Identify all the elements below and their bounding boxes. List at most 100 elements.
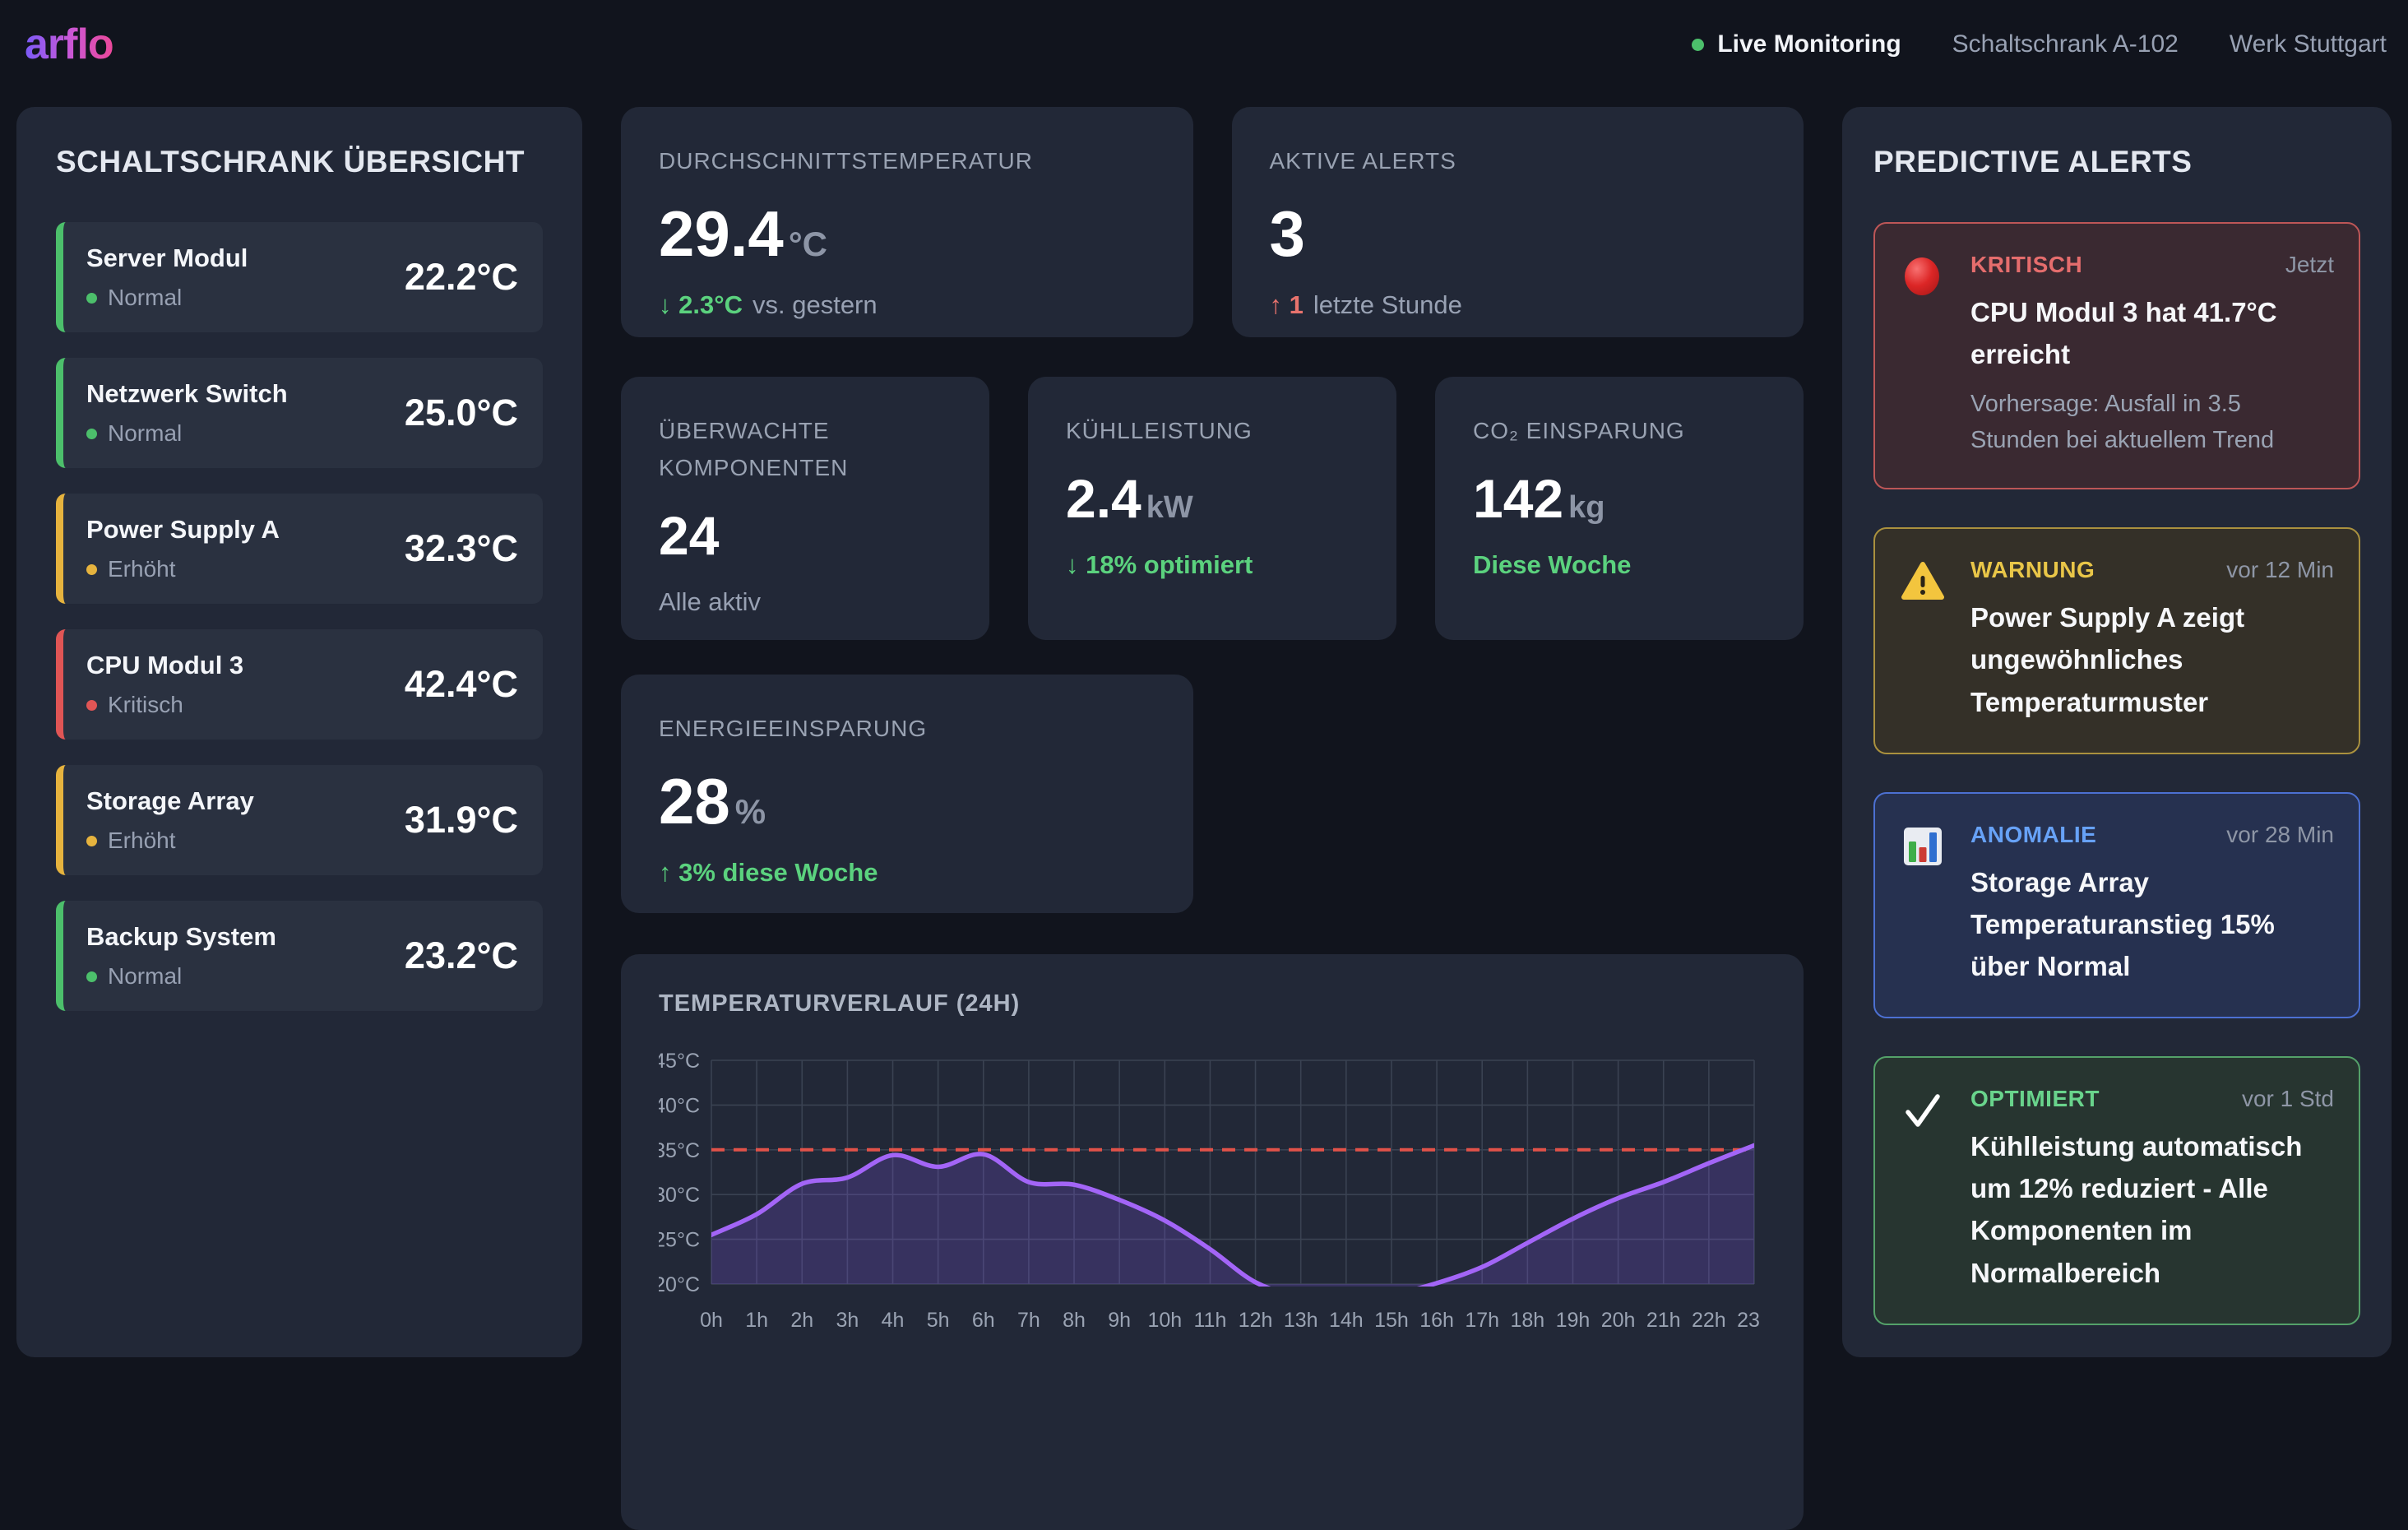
svg-text:0h: 0h	[700, 1309, 723, 1332]
header-nav: Live Monitoring Schaltschrank A-102 Werk…	[1692, 30, 2387, 58]
alert-card-warning[interactable]: WARNUNG vor 12 Min Power Supply A zeigt u…	[1873, 527, 2360, 753]
svg-text:11h: 11h	[1194, 1309, 1227, 1332]
alert-card-critical[interactable]: KRITISCH Jetzt CPU Modul 3 hat 41.7°C err…	[1873, 222, 2360, 489]
stat-value: 142	[1473, 471, 1563, 526]
svg-text:7h: 7h	[1017, 1309, 1040, 1332]
svg-text:30°C: 30°C	[659, 1184, 700, 1207]
alert-message: Kühlleistung automatisch um 12% reduzier…	[1970, 1125, 2334, 1294]
component-temp: 22.2°C	[405, 256, 518, 299]
alert-message: CPU Modul 3 hat 41.7°C erreicht	[1970, 291, 2334, 375]
svg-text:5h: 5h	[927, 1309, 950, 1332]
alert-message: Storage Array Temperaturanstieg 15% über…	[1970, 861, 2334, 987]
svg-text:9h: 9h	[1108, 1309, 1131, 1332]
alert-card-anomaly[interactable]: ANOMALIEvor 28 Min Storage Array Tempera…	[1873, 792, 2360, 1018]
status-dot-icon	[86, 700, 97, 711]
svg-text:13h: 13h	[1284, 1309, 1318, 1332]
component-item[interactable]: CPU Modul 3 Kritisch 42.4°C	[56, 629, 543, 740]
alert-label: OPTIMIERT	[1970, 1086, 2100, 1112]
temperature-chart-card: TEMPERATURVERLAUF (24H) 20°C 25°C 30°C 35°C…	[621, 954, 1804, 1530]
svg-text:1h: 1h	[745, 1309, 768, 1332]
component-name: Netzwerk Switch	[86, 379, 288, 409]
warning-triangle-icon	[1901, 557, 1946, 722]
svg-text:20h: 20h	[1601, 1309, 1636, 1332]
svg-text:18h: 18h	[1510, 1309, 1544, 1332]
stat-delta: ↑ 3% diese Woche	[659, 858, 878, 887]
svg-text:40°C: 40°C	[659, 1094, 700, 1117]
alert-label: KRITISCH	[1970, 252, 2082, 278]
component-item[interactable]: Server Modul Normal 22.2°C	[56, 222, 543, 332]
stat-delta: ↓ 2.3°C	[659, 290, 743, 319]
svg-text:10h: 10h	[1147, 1309, 1182, 1332]
cabinet-overview-title: SCHALTSCHRANK ÜBERSICHT	[56, 145, 543, 179]
alert-time: vor 1 Std	[2242, 1086, 2334, 1112]
svg-text:14h: 14h	[1329, 1309, 1364, 1332]
alert-detail: Vorhersage: Ausfall in 3.5 Stunden bei a…	[1970, 387, 2334, 458]
stat-card-avg-temperature: DURCHSCHNITTSTEMPERATUR 29.4°C ↓ 2.3°C vs…	[621, 107, 1193, 337]
status-dot-icon	[86, 564, 97, 575]
stat-unit: kg	[1568, 490, 1605, 526]
alert-time: vor 12 Min	[2226, 557, 2334, 583]
component-temp: 31.9°C	[405, 799, 518, 842]
stat-card-active-alerts: AKTIVE ALERTS 3 ↑ 1letzte Stunde	[1232, 107, 1804, 337]
component-name: Power Supply A	[86, 515, 280, 545]
component-temp: 32.3°C	[405, 527, 518, 570]
component-name: CPU Modul 3	[86, 651, 243, 680]
svg-text:15h: 15h	[1374, 1309, 1409, 1332]
component-temp: 23.2°C	[405, 934, 518, 977]
component-status: Normal	[86, 285, 248, 311]
svg-text:21h: 21h	[1646, 1309, 1681, 1332]
svg-text:45°C: 45°C	[659, 1050, 700, 1073]
status-dot-icon	[86, 971, 97, 982]
stats-column: DURCHSCHNITTSTEMPERATUR 29.4°C ↓ 2.3°C vs…	[621, 107, 1804, 1530]
live-monitoring-status: Live Monitoring	[1692, 30, 1901, 58]
svg-text:17h: 17h	[1465, 1309, 1499, 1332]
red-circle-icon	[1901, 252, 1946, 458]
stat-value: 3	[1270, 202, 1305, 266]
svg-text:6h: 6h	[972, 1309, 995, 1332]
checkmark-icon	[1901, 1086, 1946, 1294]
chart-title: TEMPERATURVERLAUF (24H)	[659, 990, 1766, 1018]
cabinet-selector[interactable]: Schaltschrank A-102	[1952, 30, 2179, 58]
bar-chart-icon	[1901, 822, 1946, 987]
svg-text:12h: 12h	[1239, 1309, 1273, 1332]
alert-message: Power Supply A zeigt ungewöhnliches Temp…	[1970, 596, 2334, 722]
stat-label: CO₂ EINSPARUNG	[1473, 413, 1766, 450]
stat-card-monitored-components: ÜBERWACHTE KOMPONENTEN 24 Alle aktiv	[621, 377, 989, 640]
stat-card-energy-savings: ENERGIEEINSPARUNG 28% ↑ 3% diese Woche	[621, 675, 1193, 913]
svg-text:35°C: 35°C	[659, 1139, 700, 1162]
stat-label: DURCHSCHNITTSTEMPERATUR	[659, 143, 1155, 180]
stat-unit: °C	[789, 225, 827, 264]
stat-value: 2.4	[1066, 471, 1141, 526]
plant-selector[interactable]: Werk Stuttgart	[2230, 30, 2387, 58]
stat-note: vs. gestern	[752, 290, 878, 319]
predictive-alerts-panel: PREDICTIVE ALERTS KRITISCHJetzt CPU Modu…	[1842, 107, 2392, 1357]
alert-time: Jetzt	[2285, 252, 2334, 278]
component-list: Server Modul Normal 22.2°C Netzwerk Swit…	[56, 222, 543, 1011]
component-item[interactable]: Power Supply A Erhöht 32.3°C	[56, 494, 543, 604]
stat-note: Alle aktiv	[659, 587, 761, 616]
stat-unit: %	[735, 792, 766, 832]
stat-value: 29.4	[659, 202, 784, 266]
status-dot-icon	[86, 429, 97, 439]
component-status: Kritisch	[86, 692, 243, 718]
component-name: Backup System	[86, 922, 276, 952]
stat-unit: kW	[1146, 490, 1193, 526]
svg-text:8h: 8h	[1063, 1309, 1086, 1332]
alert-card-optimized[interactable]: OPTIMIERT vor 1 Std Kühlleistung automati…	[1873, 1056, 2360, 1325]
live-status-dot	[1692, 39, 1704, 51]
alert-time: vor 28 Min	[2226, 822, 2334, 848]
svg-text:19h: 19h	[1556, 1309, 1591, 1332]
stat-delta: Diese Woche	[1473, 550, 1631, 579]
svg-text:4h: 4h	[882, 1309, 905, 1332]
stat-delta: ↑ 1	[1270, 290, 1304, 319]
component-item[interactable]: Netzwerk Switch Normal 25.0°C	[56, 358, 543, 468]
component-item[interactable]: Storage Array Erhöht 31.9°C	[56, 765, 543, 875]
component-status: Erhöht	[86, 828, 254, 854]
svg-text:3h: 3h	[836, 1309, 859, 1332]
alert-label: WARNUNG	[1970, 557, 2095, 583]
component-item[interactable]: Backup System Normal 23.2°C	[56, 901, 543, 1011]
stat-card-co2-savings: CO₂ EINSPARUNG 142kg Diese Woche	[1435, 377, 1804, 640]
cabinet-overview-panel: SCHALTSCHRANK ÜBERSICHT Server Modul Nor…	[16, 107, 582, 1357]
svg-text:25°C: 25°C	[659, 1229, 700, 1252]
svg-text:20°C: 20°C	[659, 1273, 700, 1296]
